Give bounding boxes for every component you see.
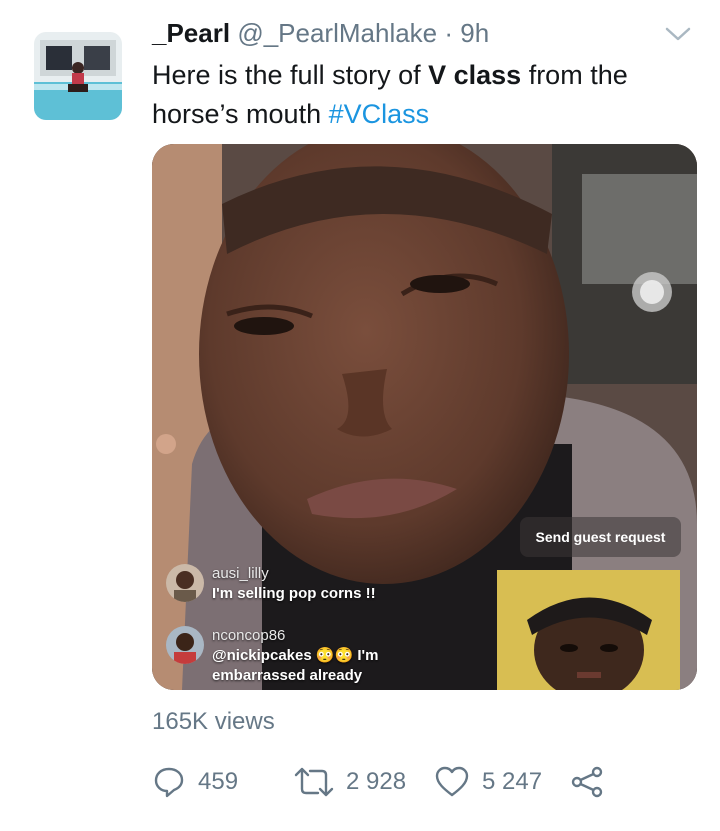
comment-message-line2: embarrassed already [212, 667, 363, 684]
comment-message-line: @nickipcakes 😳😳 I'm [212, 646, 502, 666]
like-count: 5 247 [482, 768, 543, 795]
comment-message: I'm selling pop corns !! [212, 585, 376, 602]
tweet-video[interactable]: Send guest request ausi_lilly I'm sellin… [152, 144, 697, 690]
reply-icon [154, 767, 184, 798]
tweet-text-part: Here is the full story of [152, 60, 429, 90]
live-comment: ausi_lilly I'm selling pop corns !! [212, 564, 376, 604]
live-comment: nconcop86 @nickipcakes 😳😳 I'm embarrasse… [212, 626, 502, 686]
author-avatar[interactable] [34, 32, 122, 120]
comment-mention: @nickipcakes [212, 647, 312, 664]
guest-camera-view [497, 570, 680, 690]
commenter-avatar [166, 626, 204, 664]
commenter-avatar-image [166, 626, 204, 664]
comment-emoji: 😳😳 [315, 647, 354, 664]
share-icon [571, 766, 603, 798]
tweet-text-bold: V class [428, 60, 522, 90]
heart-icon [435, 766, 469, 797]
chevron-down-icon[interactable] [664, 24, 692, 44]
author-name[interactable]: _Pearl [152, 18, 230, 48]
tweet-text: Here is the full story of V class from t… [152, 56, 692, 134]
separator-dot: · [444, 18, 454, 48]
tweet-header: _Pearl @_PearlMahlake · 9h [152, 14, 672, 52]
comment-username: nconcop86 [212, 627, 286, 644]
reply-count: 459 [198, 768, 239, 795]
reply-button[interactable]: 459 [152, 760, 238, 804]
like-button[interactable]: 5 247 [434, 760, 542, 804]
comment-text: I'm [357, 647, 379, 664]
commenter-avatar-image [166, 564, 204, 602]
retweet-icon [294, 767, 334, 797]
hashtag-link[interactable]: #VClass [329, 99, 430, 129]
send-guest-request-button[interactable]: Send guest request [520, 517, 681, 557]
author-avatar-image [34, 32, 122, 120]
view-count: 165K views [152, 708, 275, 735]
comment-username: ausi_lilly [212, 565, 269, 582]
retweet-button[interactable]: 2 928 [294, 760, 406, 804]
retweet-count: 2 928 [346, 768, 407, 795]
commenter-avatar [166, 564, 204, 602]
share-button[interactable] [570, 760, 616, 804]
tweet-actions: 459 2 928 5 247 [152, 760, 632, 804]
author-handle[interactable]: @_PearlMahlake [237, 18, 437, 48]
tweet-time[interactable]: 9h [460, 18, 489, 48]
guest-camera-image [497, 570, 680, 690]
